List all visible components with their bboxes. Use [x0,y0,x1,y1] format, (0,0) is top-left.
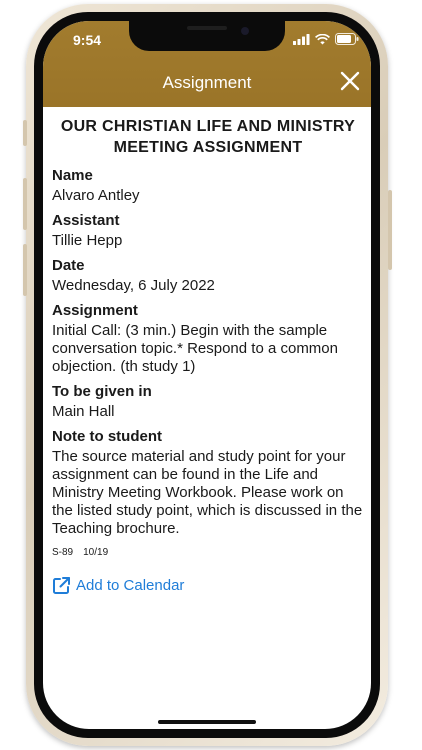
field-value-note: The source material and study point for … [52,448,363,537]
page-title: Assignment [162,73,252,92]
field-label-date: Date [52,257,85,274]
form-code: S-89 [52,547,74,558]
add-to-calendar-label: Add to Calendar [76,577,185,594]
signal-icon [293,33,310,45]
home-indicator[interactable] [158,720,256,724]
volume-down-button [23,244,27,296]
volume-up-button [23,178,27,230]
power-button [388,190,392,270]
status-time: 9:54 [73,32,102,48]
field-value-name: Alvaro Antley [52,187,140,204]
navigation-header: 9:54 Assignment [43,21,371,107]
speaker [187,26,227,30]
close-icon[interactable] [339,70,361,92]
field-label-location: To be given in [52,383,152,400]
field-value-date: Wednesday, 6 July 2022 [52,277,215,294]
form-code-line: S-89 10/19 [52,547,364,558]
assignment-form: OUR CHRISTIAN LIFE AND MINISTRY MEETING … [52,116,364,595]
field-label-name: Name [52,167,93,184]
field-value-location: Main Hall [52,403,115,420]
form-heading: OUR CHRISTIAN LIFE AND MINISTRY MEETING … [52,116,364,158]
mute-switch [23,120,27,146]
form-heading-line2: MEETING ASSIGNMENT [113,139,303,156]
form-date: 10/19 [83,547,109,558]
field-label-assistant: Assistant [52,212,120,229]
external-link-icon [53,577,70,594]
camera [241,27,249,35]
field-label-note: Note to student [52,428,162,445]
battery-icon [335,33,359,45]
field-label-assignment: Assignment [52,302,138,319]
add-to-calendar-button[interactable]: Add to Calendar [52,576,364,595]
wifi-icon [315,33,330,44]
form-heading-line1: OUR CHRISTIAN LIFE AND MINISTRY [60,118,356,135]
notch [129,21,285,51]
status-icons [293,33,359,45]
screen: 9:54 Assignment OUR CHRISTIAN LIFE AND M… [43,21,371,729]
field-value-assistant: Tillie Hepp [52,232,123,249]
field-value-assignment: Initial Call: (3 min.) Begin with the sa… [52,322,338,375]
